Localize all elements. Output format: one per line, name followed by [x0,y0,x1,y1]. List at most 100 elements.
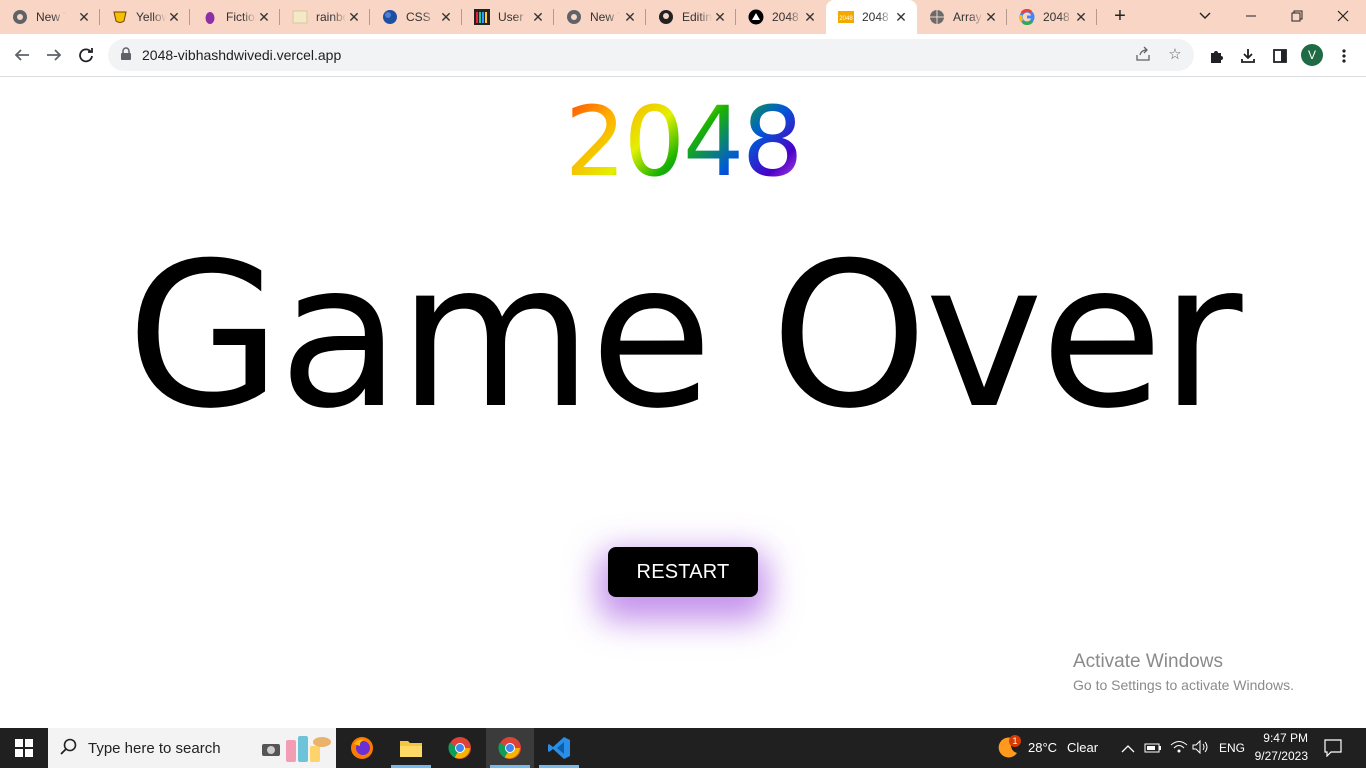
side-panel-icon[interactable] [1270,46,1290,66]
tab-2048-vercel[interactable]: 2048 ✕ [736,0,826,34]
tab-rainbow[interactable]: rainbow ✕ [280,0,370,34]
extensions-icon[interactable] [1206,46,1226,66]
brand-title: 2048 [0,92,1366,192]
browser-toolbar: 2048-vibhashdwivedi.vercel.app ☆ V [0,34,1366,77]
download-icon[interactable] [1238,46,1258,66]
wifi-icon[interactable] [1170,740,1188,759]
reload-button[interactable] [74,43,98,67]
taskbar: Type here to search 1 28°C Clear ENG 9:4… [0,728,1366,768]
close-icon[interactable]: ✕ [1073,9,1089,25]
language-indicator[interactable]: ENG [1219,741,1245,755]
taskbar-chrome[interactable] [436,728,484,768]
close-window-button[interactable] [1320,0,1366,32]
close-icon[interactable]: ✕ [622,9,638,25]
taskbar-vscode[interactable] [535,728,583,768]
tab-title: User [498,10,524,24]
restart-button[interactable]: RESTART [608,547,758,597]
close-icon[interactable]: ✕ [530,9,546,25]
search-icon [60,738,78,761]
purple-drop-icon [202,9,218,25]
address-bar[interactable]: 2048-vibhashdwivedi.vercel.app ☆ [108,39,1194,71]
close-icon[interactable]: ✕ [802,9,818,25]
close-icon[interactable]: ✕ [438,9,454,25]
tab-array[interactable]: Array ✕ [917,0,1007,34]
volume-icon[interactable] [1192,739,1210,759]
tab-title: Fiction [226,10,256,24]
weather-condition[interactable]: Clear [1067,740,1098,755]
close-icon[interactable]: ✕ [346,9,362,25]
taskbar-chrome-active[interactable] [486,728,534,768]
tab-title: 2048 [1043,10,1070,24]
game-over-heading: Game Over [126,220,1242,453]
close-icon[interactable]: ✕ [166,9,182,25]
tab-2048-google[interactable]: 2048 ✕ [1007,0,1097,34]
weather-badge: 1 [1009,735,1021,747]
tab-new-tab-1[interactable]: New Tab ✕ [0,0,100,34]
folder-icon [400,741,422,757]
tab-title: 2048 [862,10,889,24]
tab-title: Editing [682,10,712,24]
tab-title: CSS [406,10,431,24]
start-button[interactable] [0,728,48,768]
taskbar-file-explorer[interactable] [387,728,435,768]
close-icon[interactable]: ✕ [893,9,909,25]
tab-new-tab-2[interactable]: New Tab ✕ [554,0,646,34]
close-icon[interactable]: ✕ [712,9,728,25]
share-icon[interactable] [1134,46,1152,64]
minimize-button[interactable] [1228,0,1274,32]
search-highlight-art [260,732,332,764]
tab-css[interactable]: CSS ✕ [370,0,462,34]
restore-button[interactable] [1274,0,1320,32]
menu-icon[interactable] [1334,46,1354,66]
clock-time[interactable]: 9:47 PM [1258,731,1308,745]
brand-text: 2048 [564,86,803,198]
url-text[interactable]: 2048-vibhashdwivedi.vercel.app [142,47,341,63]
activation-title: Activate Windows [1073,651,1223,672]
taskbar-firefox[interactable] [338,728,386,768]
search-placeholder: Type here to search [88,740,221,757]
svg-text:2048: 2048 [839,16,853,22]
chevron-up-icon[interactable] [1121,741,1135,759]
profile-avatar[interactable]: V [1301,44,1323,66]
tab-strip: New Tab ✕ Yellow ✕ Fiction ✕ rainbow ✕ C… [0,0,1366,34]
clock-date[interactable]: 9/27/2023 [1252,749,1308,763]
globe-icon [929,9,945,25]
tab-editing[interactable]: Editing ✕ [646,0,736,34]
tab-title: Array [953,10,982,24]
vercel-icon [748,9,764,25]
notifications-icon[interactable] [1324,739,1342,762]
windows-icon [15,739,33,757]
github-icon [658,9,674,25]
new-tab-button[interactable]: + [1110,6,1130,26]
2048-icon: 2048 [838,9,854,25]
tab-2048-active[interactable]: 2048 2048 ✕ [826,0,917,34]
image-icon [292,9,308,25]
blue-circle-icon [382,9,398,25]
activation-subtitle: Go to Settings to activate Windows. [1073,677,1294,693]
chrome-icon [12,9,28,25]
back-button[interactable] [10,43,34,67]
tab-yellow[interactable]: Yellow ✕ [100,0,190,34]
lock-icon[interactable] [120,47,132,66]
close-icon[interactable]: ✕ [76,9,92,25]
bookmark-star-icon[interactable]: ☆ [1166,46,1184,64]
tab-search-button[interactable] [1182,0,1228,32]
close-icon[interactable]: ✕ [983,9,999,25]
bars-icon [474,9,490,25]
close-icon[interactable]: ✕ [256,9,272,25]
vscode-icon [548,737,570,759]
tab-title: Yellow [136,10,166,24]
tab-title: rainbow [316,10,346,24]
tab-user[interactable]: User ✕ [462,0,554,34]
tab-fiction[interactable]: Fiction ✕ [190,0,280,34]
activation-watermark: Activate Windows Go to Settings to activ… [1073,651,1294,695]
chrome-icon [498,737,521,759]
tab-title: New Tab [36,10,66,24]
taskbar-search[interactable]: Type here to search [48,728,336,768]
tab-title: 2048 [772,10,799,24]
tab-title: New Tab [590,10,620,24]
chrome-icon [448,737,471,759]
forward-button[interactable] [42,43,66,67]
battery-icon[interactable] [1144,741,1162,759]
weather-temp[interactable]: 28°C [1028,740,1057,755]
